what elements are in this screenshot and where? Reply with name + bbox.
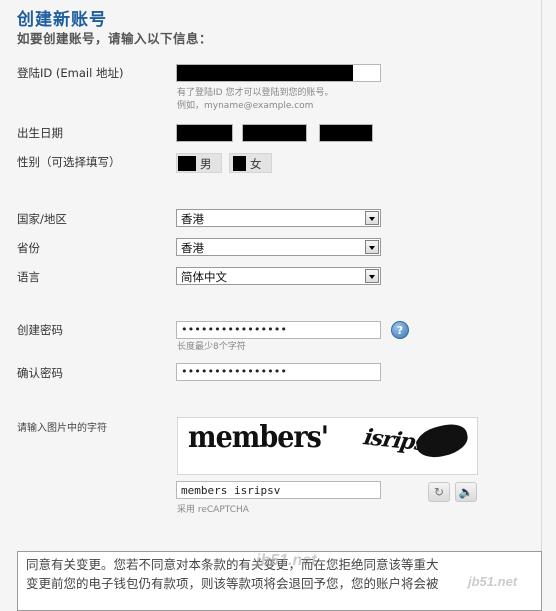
gender-label: 性别（可选择填写） <box>17 155 121 169</box>
terms-line-2: 变更前您的电子钱包仍有款项，则该等款项将会退回予您，您的账户将会被 <box>26 576 439 591</box>
password-input[interactable]: •••••••••••••••• <box>176 321 381 339</box>
watermark-left: jb51.net <box>256 552 317 569</box>
page-title: 创建新账号 <box>17 10 107 30</box>
radio-redacted <box>233 156 246 171</box>
captcha-image: members' isripsv <box>177 417 478 475</box>
gender-male-label: 男 <box>200 157 212 171</box>
password-label: 创建密码 <box>17 323 63 337</box>
captcha-label: 请输入图片中的字符 <box>17 423 107 434</box>
province-value: 香港 <box>181 241 204 255</box>
gender-female-label: 女 <box>250 157 262 171</box>
radio-redacted <box>178 156 196 171</box>
language-value: 简体中文 <box>181 270 227 284</box>
country-select[interactable]: 香港 <box>176 209 381 227</box>
captcha-input[interactable]: members isripsv <box>176 481 381 499</box>
birthday-day-select[interactable] <box>319 124 373 142</box>
country-value: 香港 <box>181 212 204 226</box>
chevron-down-icon[interactable] <box>365 211 379 225</box>
redacted-block <box>320 125 372 141</box>
login-id-input[interactable] <box>176 64 381 82</box>
redacted-block <box>243 125 306 141</box>
speaker-icon[interactable]: 🔈 <box>455 482 477 502</box>
password-hint: 长度最少8个字符 <box>177 342 246 352</box>
login-id-hint: 有了登陆ID 您才可以登陆到您的账号。 例如，myname@example.co… <box>177 87 333 113</box>
language-select[interactable]: 简体中文 <box>176 267 381 285</box>
redacted-block <box>177 65 353 81</box>
login-id-label: 登陆ID (Email 地址) <box>17 66 124 80</box>
confirm-password-label: 确认密码 <box>17 366 63 380</box>
login-id-hint-line2: 例如，myname@example.com <box>177 101 314 111</box>
country-label: 国家/地区 <box>17 212 67 226</box>
chevron-down-icon[interactable] <box>365 240 379 254</box>
refresh-icon[interactable]: ↻ <box>428 482 450 502</box>
captcha-word-1: members' <box>188 420 329 455</box>
page-subtitle: 如要创建账号，请输入以下信息： <box>17 31 213 46</box>
province-label: 省份 <box>17 241 40 255</box>
chevron-down-icon[interactable] <box>365 269 379 283</box>
birthday-month-select[interactable] <box>242 124 307 142</box>
province-select[interactable]: 香港 <box>176 238 381 256</box>
birthday-label: 出生日期 <box>17 126 63 140</box>
window-edge <box>541 0 556 594</box>
confirm-password-input[interactable]: •••••••••••••••• <box>176 363 381 381</box>
gender-male-option[interactable]: 男 <box>176 153 222 173</box>
recaptcha-credit: 采用 reCAPTCHA <box>177 505 249 515</box>
language-label: 语言 <box>17 270 40 284</box>
birthday-year-select[interactable] <box>176 124 233 142</box>
gender-female-option[interactable]: 女 <box>229 153 272 173</box>
redacted-block <box>177 125 232 141</box>
watermark-right: jb51.net <box>468 574 518 589</box>
question-icon[interactable]: ? <box>391 321 409 339</box>
login-id-hint-line1: 有了登陆ID 您才可以登陆到您的账号。 <box>177 88 334 98</box>
